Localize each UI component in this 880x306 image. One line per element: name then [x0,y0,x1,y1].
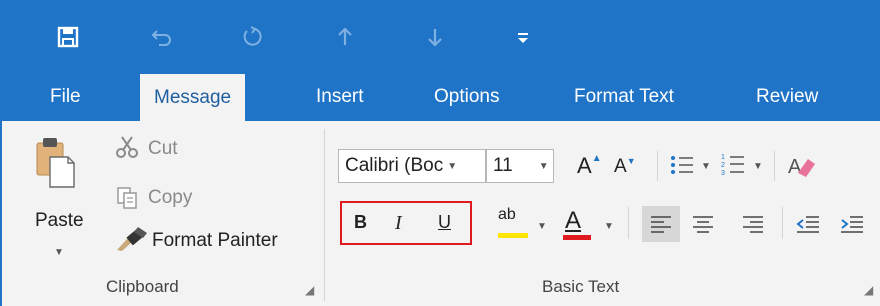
shrink-font-label: A [614,156,627,177]
previous-item-icon[interactable] [325,20,365,54]
font-color-dropdown-icon[interactable]: ▼ [604,221,614,232]
tab-insert[interactable]: Insert [316,73,364,121]
toolbar-divider [782,207,783,239]
next-item-icon[interactable] [415,20,455,54]
paste-icon[interactable] [34,135,78,189]
svg-text:2: 2 [721,162,725,169]
basic-text-group-label: Basic Text [542,277,620,296]
toolbar-divider [628,207,629,239]
font-color-button[interactable]: A [565,207,581,235]
copy-icon [114,185,140,209]
highlight-label: ab [498,206,516,223]
highlight-color-bar [498,233,528,238]
format-painter-label[interactable]: Format Painter [152,230,278,252]
quick-access-toolbar [0,0,880,73]
font-name-combo[interactable]: Calibri (Boc ▼ [338,149,486,183]
ribbon-panel: Paste ▼ Cut Copy Format Painter Clipboar… [0,121,880,306]
font-color-label: A [565,207,582,234]
bullets-icon[interactable] [669,153,695,177]
tab-format-text[interactable]: Format Text [574,73,674,121]
toolbar-divider [774,151,775,181]
tab-message[interactable]: Message [140,74,246,121]
shrink-arrow-icon: ▼ [626,156,636,166]
bullets-dropdown-icon[interactable]: ▼ [701,161,711,172]
paste-dropdown-icon[interactable]: ▼ [54,247,64,258]
align-left-icon[interactable] [642,206,680,242]
increase-indent-icon[interactable] [836,206,868,242]
redo-icon[interactable] [232,20,272,54]
highlight-dropdown-icon[interactable]: ▼ [537,221,547,232]
svg-text:3: 3 [721,170,725,177]
font-name-value: Calibri (Boc [345,155,444,176]
save-icon[interactable] [48,20,88,54]
tab-file[interactable]: File [50,73,81,121]
numbering-dropdown-icon[interactable]: ▼ [753,161,763,172]
tab-review[interactable]: Review [756,73,818,121]
toolbar-divider [657,151,658,181]
font-size-value: 11 [493,155,513,176]
font-size-combo[interactable]: 11 ▼ [486,149,554,183]
customize-qat-icon[interactable] [508,20,538,54]
font-name-dropdown-icon[interactable]: ▼ [447,161,457,172]
clipboard-launcher-icon[interactable]: ◢ [305,283,314,297]
format-painter-icon [114,224,150,252]
group-divider [324,129,325,301]
grow-font-button[interactable]: A▲ [577,153,602,179]
svg-text:A: A [788,156,802,178]
ribbon-tab-bar: File Message Insert Options Format Text … [0,73,880,121]
grow-font-label: A [577,153,592,178]
cut-icon [114,135,140,159]
undo-icon[interactable] [142,20,182,54]
underline-button[interactable]: U [438,212,451,233]
svg-text:1: 1 [721,154,725,161]
grow-arrow-icon: ▲ [591,153,602,164]
basic-text-launcher-icon[interactable]: ◢ [864,283,873,297]
italic-button[interactable]: I [395,212,402,235]
clipboard-group-label: Clipboard [106,277,179,296]
font-size-dropdown-icon[interactable]: ▼ [539,161,549,172]
tab-options[interactable]: Options [434,73,499,121]
highlight-button[interactable]: ab [498,206,516,224]
bold-button[interactable]: B [354,212,367,233]
clear-formatting-icon[interactable]: A [788,151,816,179]
paste-label[interactable]: Paste [35,210,84,232]
align-center-icon[interactable] [688,206,718,242]
font-color-bar [563,235,591,240]
shrink-font-button[interactable]: A▼ [614,156,636,178]
numbering-icon[interactable]: 123 [720,151,746,177]
cut-label[interactable]: Cut [148,138,178,160]
align-right-icon[interactable] [738,206,768,242]
decrease-indent-icon[interactable] [792,206,824,242]
copy-label[interactable]: Copy [148,187,192,209]
